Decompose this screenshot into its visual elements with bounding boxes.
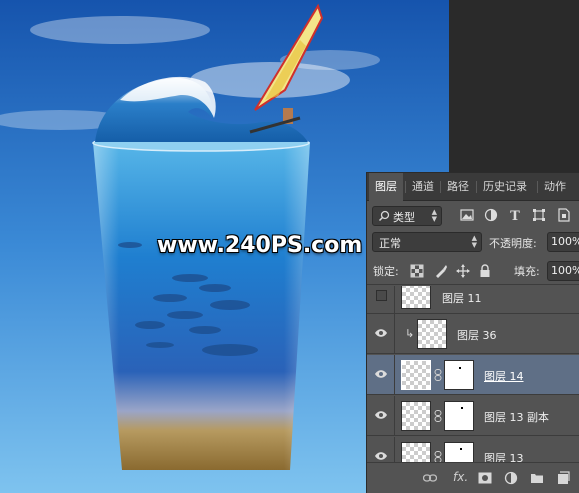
layers-panel: 图层 通道 路径 历史记录 动作 类型 ▲ ▼ T 正常 ▲ ▼ 不透明度: 1… xyxy=(366,172,579,493)
lock-transparent-pixels-icon[interactable] xyxy=(410,264,424,278)
new-group-icon[interactable] xyxy=(530,471,544,485)
visibility-toggle[interactable] xyxy=(367,286,395,314)
visibility-toggle[interactable] xyxy=(367,355,395,395)
tab-actions[interactable]: 动作 xyxy=(538,173,572,201)
add-mask-icon[interactable] xyxy=(478,471,492,485)
visibility-off-icon xyxy=(376,290,387,301)
mask-speck xyxy=(459,367,461,369)
layer-name: 图层 11 xyxy=(442,292,482,305)
visibility-toggle[interactable] xyxy=(367,396,395,436)
layer-mask-thumbnail[interactable] xyxy=(444,360,474,390)
filter-type-label: 类型 xyxy=(393,211,415,224)
fill-value: 100% xyxy=(551,264,579,277)
blend-row: 正常 ▲▼ 不透明度: 100% xyxy=(367,230,579,256)
screenshot-canvas: www.240PS.com 图层 通道 路径 历史记录 动作 类型 ▲ ▼ T … xyxy=(0,0,579,493)
workspace-background xyxy=(449,0,579,172)
link-icon[interactable] xyxy=(423,471,437,485)
layer-name: 图层 13 副本 xyxy=(484,411,549,424)
tab-channels[interactable]: 通道 xyxy=(406,173,440,201)
new-layer-icon[interactable] xyxy=(556,471,570,485)
visibility-toggle[interactable] xyxy=(367,437,395,462)
layer-list: 图层 11 ↳ 图层 36 图层 14 图层 13 副本 图层 13 xyxy=(367,286,579,462)
layer-name: 图层 13 xyxy=(484,452,524,462)
svg-text:T: T xyxy=(510,209,520,222)
eye-icon xyxy=(375,370,387,378)
layer-row-selected[interactable]: 图层 14 xyxy=(367,355,579,395)
adjustment-layer-icon[interactable] xyxy=(504,471,518,485)
tab-history[interactable]: 历史记录 xyxy=(477,173,533,201)
lock-all-icon[interactable] xyxy=(478,264,492,278)
chain-link-icon[interactable] xyxy=(434,369,442,381)
lock-position-icon[interactable] xyxy=(456,264,470,278)
mask-speck xyxy=(460,448,462,450)
chain-link-icon[interactable] xyxy=(434,451,442,462)
watermark-text: www.240PS.com xyxy=(157,233,363,258)
fill-label: 填充: xyxy=(514,265,540,278)
chevron-updown-icon: ▲ ▼ xyxy=(431,208,437,223)
blend-mode-value: 正常 xyxy=(379,237,401,250)
layer-name: 图层 14 xyxy=(484,370,524,383)
layer-row[interactable]: 图层 11 xyxy=(367,286,579,314)
eye-icon xyxy=(375,411,387,419)
opacity-input[interactable]: 100% xyxy=(547,232,579,252)
chevron-updown-icon: ▲ ▼ xyxy=(471,234,477,249)
smart-object-filter-icon[interactable] xyxy=(557,208,571,222)
search-icon xyxy=(378,210,390,222)
opacity-value: 100% xyxy=(551,235,579,248)
tab-paths[interactable]: 路径 xyxy=(441,173,475,201)
panel-tab-bar: 图层 通道 路径 历史记录 动作 xyxy=(367,173,579,202)
mask-speck xyxy=(461,407,463,409)
pixel-layer-filter-icon[interactable] xyxy=(460,208,474,222)
lock-row: 锁定: 填充: 100% xyxy=(367,257,579,285)
eye-icon xyxy=(375,329,387,337)
shape-filter-icon[interactable] xyxy=(532,208,546,222)
chain-link-icon[interactable] xyxy=(434,410,442,422)
panel-bottom-bar: fx. xyxy=(367,462,579,493)
opacity-label: 不透明度: xyxy=(489,237,537,250)
layer-thumbnail xyxy=(401,401,431,431)
layer-mask-thumbnail[interactable] xyxy=(444,442,474,462)
fill-input[interactable]: 100% xyxy=(547,261,579,281)
layer-row[interactable]: ↳ 图层 36 xyxy=(367,314,579,354)
tab-layers[interactable]: 图层 xyxy=(369,173,403,202)
layer-row[interactable]: 图层 13 副本 xyxy=(367,396,579,436)
eye-icon xyxy=(375,452,387,460)
visibility-toggle[interactable] xyxy=(367,314,395,354)
adjustment-filter-icon[interactable] xyxy=(484,208,498,222)
lock-label: 锁定: xyxy=(373,265,399,278)
layer-name: 图层 36 xyxy=(457,329,497,342)
type-filter-icon[interactable]: T xyxy=(508,208,522,222)
blend-mode-select[interactable]: 正常 ▲ ▼ xyxy=(372,232,482,252)
layer-thumbnail xyxy=(401,360,431,390)
layer-thumbnail xyxy=(401,442,431,462)
layer-thumbnail xyxy=(401,286,431,309)
layer-row[interactable]: 图层 13 xyxy=(367,437,579,462)
layer-filter-row: 类型 ▲ ▼ T xyxy=(367,202,579,230)
layer-mask-thumbnail[interactable] xyxy=(444,401,474,431)
fx-icon[interactable]: fx. xyxy=(453,470,468,484)
lock-image-pixels-icon[interactable] xyxy=(434,264,448,278)
filter-type-select[interactable]: 类型 ▲ ▼ xyxy=(372,206,442,226)
layer-thumbnail xyxy=(417,319,447,349)
clipping-arrow-icon: ↳ xyxy=(405,327,415,340)
